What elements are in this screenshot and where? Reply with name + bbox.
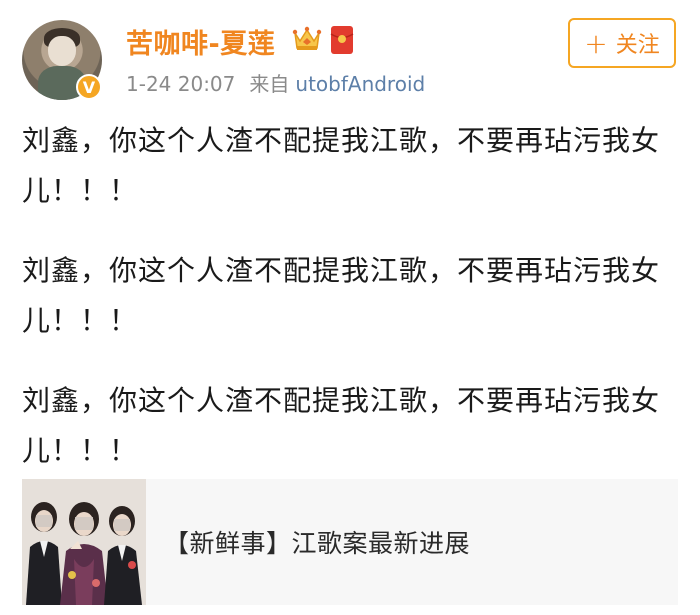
follow-button-label: 关注 (615, 33, 660, 58)
post-timestamp: 1-24 20:07 (126, 72, 236, 96)
post-meta: 1-24 20:07 来自 utobfAndroid (126, 68, 425, 97)
follow-button[interactable]: + 关注 (568, 18, 676, 68)
link-card-title: 【新鲜事】江歌案最新进展 (164, 529, 471, 558)
source-link[interactable]: utobfAndroid (295, 72, 425, 96)
link-card[interactable]: 【新鲜事】江歌案最新进展 (22, 479, 678, 605)
post-header: V 苦咖啡-夏莲 1-24 20:07 来自 utobfAndroid + 关注 (0, 0, 700, 110)
link-card-thumbnail (22, 479, 146, 605)
author-name[interactable]: 苦咖啡-夏莲 (126, 22, 275, 61)
post-paragraph: 刘鑫，你这个人渣不配提我江歌，不要再玷污我女儿！！！ (22, 124, 661, 207)
verified-badge-icon: V (76, 74, 102, 100)
red-packet-icon (330, 26, 354, 54)
group-photo-image (22, 479, 146, 605)
plus-icon: + (584, 26, 608, 60)
post-paragraph: 刘鑫，你这个人渣不配提我江歌，不要再玷污我女儿！！！ (22, 384, 661, 467)
crown-icon (292, 26, 322, 50)
post-body: 刘鑫，你这个人渣不配提我江歌，不要再玷污我女儿！！！ 刘鑫，你这个人渣不配提我江… (22, 116, 682, 506)
post-paragraph: 刘鑫，你这个人渣不配提我江歌，不要再玷污我女儿！！！ (22, 254, 661, 337)
avatar-face (48, 36, 76, 66)
source-label: 来自 (249, 72, 290, 96)
